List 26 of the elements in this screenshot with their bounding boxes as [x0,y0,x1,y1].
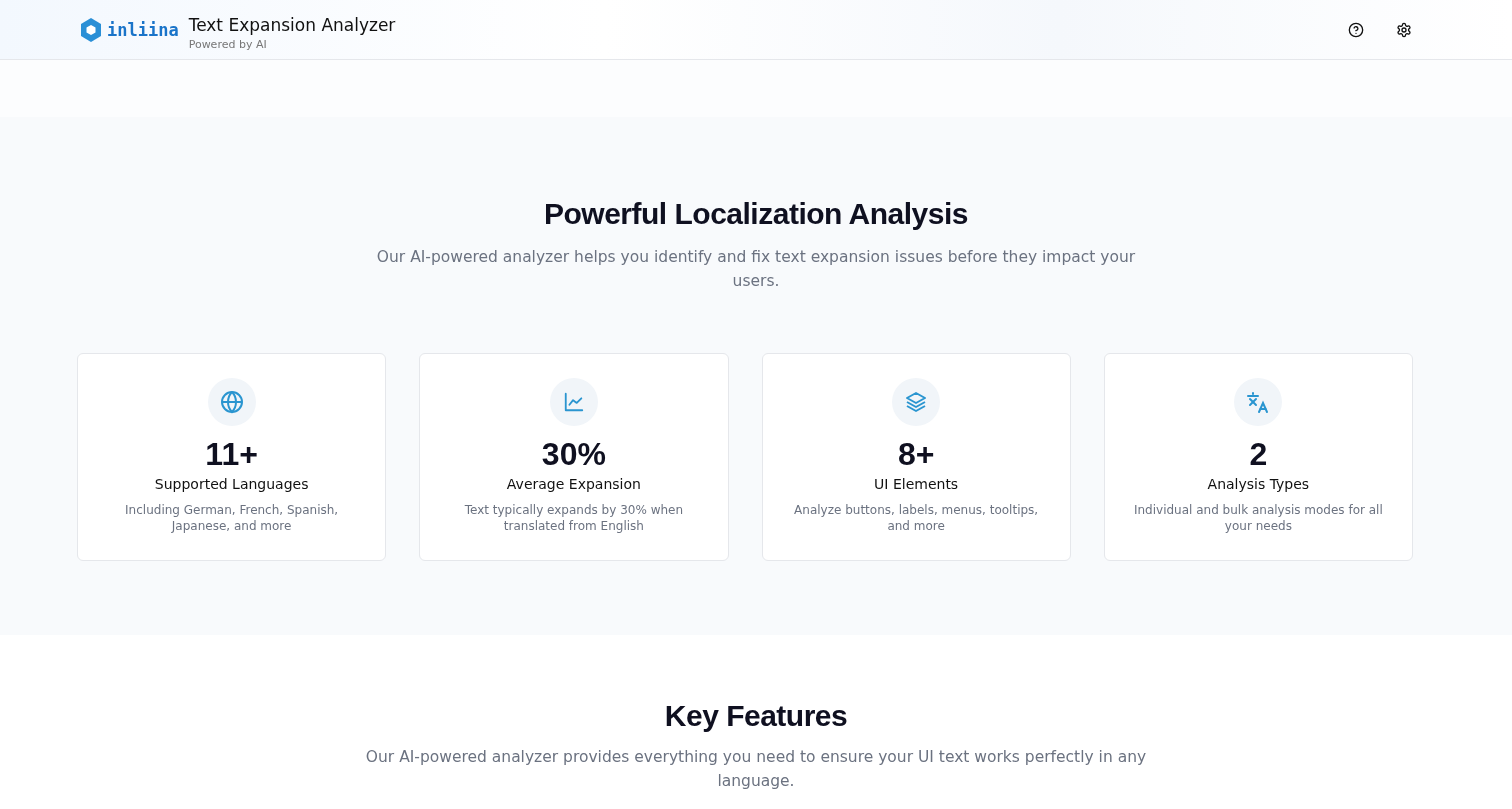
section-title: Key Features [663,699,849,733]
help-icon [1348,21,1364,38]
stat-description: Including German, French, Spanish, Japanese, and more [124,502,340,534]
translate-icon [1246,390,1271,414]
stat-label: Average Expansion [506,476,641,492]
stat-label: UI Elements [874,476,959,492]
stat-value: 2 [1249,436,1268,473]
line-chart-icon [562,391,585,413]
section-title: Powerful Localization Analysis [543,197,969,231]
stat-description: Text typically expands by 30% when translated from English [463,502,685,534]
app-title: Text Expansion Analyzer [188,14,396,35]
stat-description: Individual and bulk analysis modes for all your needs [1132,502,1384,534]
stat-description: Analyze buttons, labels, menus, tooltips, and more [793,502,1040,534]
layers-icon [904,390,929,414]
logo-text: inliina [107,19,179,40]
section-description: Our AI-powered analyzer helps you identify and fix text expansion issues before they impact your users. [375,247,1137,292]
globe-icon [219,390,244,414]
app-subtitle: Powered by AI [188,37,268,51]
section-description: Our AI-powered analyzer provides everything you need to ensure your UI text works perfectly in any language. [364,747,1148,792]
stat-label: Supported Languages [154,476,309,492]
stat-value: 30% [541,436,606,473]
stat-label: Analysis Types [1207,476,1310,492]
settings-icon [1396,21,1412,38]
stat-value: 11+ [205,436,258,473]
stat-value: 8+ [897,436,935,473]
hexagon-logo-icon [80,16,102,43]
